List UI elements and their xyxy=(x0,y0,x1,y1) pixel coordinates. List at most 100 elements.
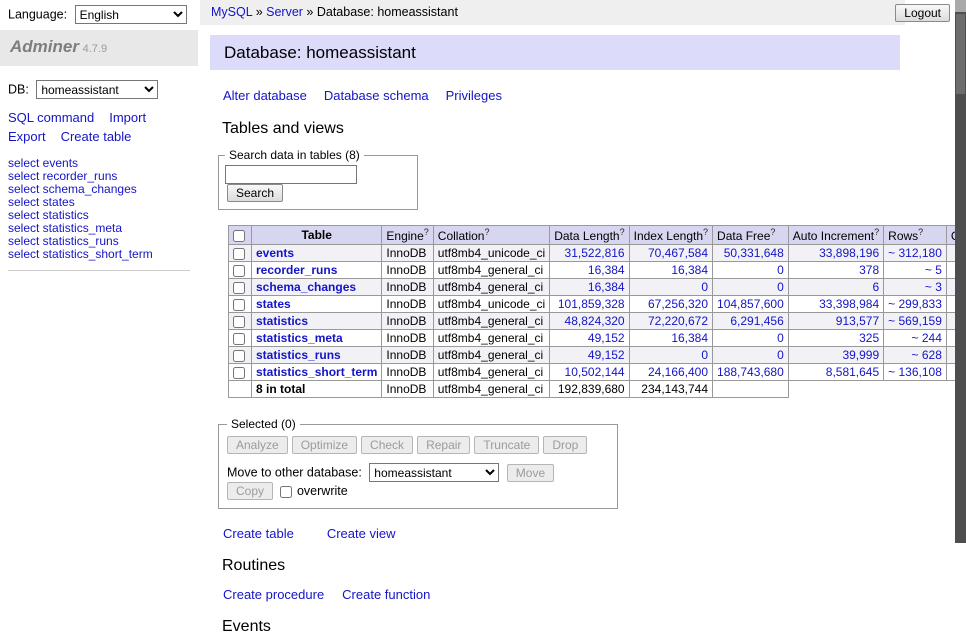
rows-link[interactable]: ~ 299,833 xyxy=(888,297,942,311)
auto-increment-link[interactable]: 8,581,645 xyxy=(826,365,879,379)
data-length-link[interactable]: 49,152 xyxy=(588,348,625,362)
table-link-statistics-meta[interactable]: statistics_meta xyxy=(256,331,343,345)
column-header-engine[interactable]: Engine? xyxy=(382,226,433,245)
auto-increment-link[interactable]: 33,898,196 xyxy=(819,246,879,260)
select-all-checkbox[interactable] xyxy=(233,230,245,242)
column-header-data-length[interactable]: Data Length? xyxy=(550,226,629,245)
column-header-auto-increment[interactable]: Auto Increment? xyxy=(788,226,883,245)
auto-increment-link[interactable]: 378 xyxy=(859,263,879,277)
link-create-function[interactable]: Create function xyxy=(342,587,430,602)
rows-link[interactable]: ~ 628 xyxy=(912,348,942,362)
data-free-link[interactable]: 104,857,600 xyxy=(717,297,784,311)
row-checkbox[interactable] xyxy=(233,299,245,311)
drop-button[interactable]: Drop xyxy=(543,436,587,454)
index-length-link[interactable]: 0 xyxy=(701,348,708,362)
doc-help-link[interactable]: ? xyxy=(484,227,489,237)
move-button[interactable]: Move xyxy=(507,464,554,482)
repair-button[interactable]: Repair xyxy=(417,436,470,454)
link-create-table[interactable]: Create table xyxy=(223,526,294,541)
index-length-link[interactable]: 67,256,320 xyxy=(648,297,708,311)
row-checkbox[interactable] xyxy=(233,367,245,379)
auto-increment-link[interactable]: 325 xyxy=(859,331,879,345)
rows-link[interactable]: ~ 569,159 xyxy=(888,314,942,328)
table-link-statistics-runs[interactable]: statistics_runs xyxy=(256,348,341,362)
sidebar-select-statistics[interactable]: select statistics xyxy=(8,209,190,222)
data-length-link[interactable]: 49,152 xyxy=(588,331,625,345)
db-select[interactable]: homeassistant xyxy=(36,80,158,99)
logout-button[interactable]: Logout xyxy=(895,4,950,22)
auto-increment-link[interactable]: 6 xyxy=(872,280,879,294)
row-checkbox[interactable] xyxy=(233,333,245,345)
sidebar-link-sql-command[interactable]: SQL command xyxy=(8,110,94,125)
data-free-link[interactable]: 0 xyxy=(777,348,784,362)
sidebar-select-statistics-meta[interactable]: select statistics_meta xyxy=(8,222,190,235)
language-select[interactable]: English xyxy=(75,5,187,24)
row-checkbox[interactable] xyxy=(233,265,245,277)
table-link-events[interactable]: events xyxy=(256,246,294,260)
action-privileges[interactable]: Privileges xyxy=(446,88,502,103)
sidebar-link-create-table[interactable]: Create table xyxy=(61,129,132,144)
doc-help-link[interactable]: ? xyxy=(424,227,429,237)
index-length-link[interactable]: 0 xyxy=(701,280,708,294)
table-link-schema-changes[interactable]: schema_changes xyxy=(256,280,356,294)
row-checkbox[interactable] xyxy=(233,350,245,362)
scrollbar[interactable] xyxy=(955,0,966,543)
link-create-procedure[interactable]: Create procedure xyxy=(223,587,324,602)
link-create-view[interactable]: Create view xyxy=(327,526,396,541)
sidebar-select-events[interactable]: select events xyxy=(8,157,190,170)
analyze-button[interactable]: Analyze xyxy=(227,436,288,454)
data-length-link[interactable]: 48,824,320 xyxy=(565,314,625,328)
data-free-link[interactable]: 188,743,680 xyxy=(717,365,784,379)
rows-link[interactable]: ~ 5 xyxy=(925,263,942,277)
action-alter-database[interactable]: Alter database xyxy=(223,88,307,103)
column-header-rows[interactable]: Rows? xyxy=(884,226,947,245)
index-length-link[interactable]: 72,220,672 xyxy=(648,314,708,328)
action-database-schema[interactable]: Database schema xyxy=(324,88,429,103)
table-link-statistics[interactable]: statistics xyxy=(256,314,308,328)
table-link-recorder-runs[interactable]: recorder_runs xyxy=(256,263,337,277)
breadcrumb-mysql[interactable]: MySQL xyxy=(211,5,252,19)
index-length-link[interactable]: 70,467,584 xyxy=(648,246,708,260)
sidebar-select-statistics-runs[interactable]: select statistics_runs xyxy=(8,235,190,248)
index-length-link[interactable]: 24,166,400 xyxy=(648,365,708,379)
table-link-statistics-short-term[interactable]: statistics_short_term xyxy=(256,365,377,379)
data-length-link[interactable]: 16,384 xyxy=(588,263,625,277)
table-link-states[interactable]: states xyxy=(256,297,291,311)
auto-increment-link[interactable]: 913,577 xyxy=(836,314,879,328)
breadcrumb-server[interactable]: Server xyxy=(266,5,303,19)
overwrite-checkbox[interactable] xyxy=(280,486,292,498)
scrollbar-thumb[interactable] xyxy=(956,14,965,94)
data-free-link[interactable]: 0 xyxy=(777,280,784,294)
row-checkbox[interactable] xyxy=(233,282,245,294)
doc-help-link[interactable]: ? xyxy=(620,227,625,237)
column-header-collation[interactable]: Collation? xyxy=(433,226,549,245)
truncate-button[interactable]: Truncate xyxy=(474,436,539,454)
data-length-link[interactable]: 101,859,328 xyxy=(558,297,625,311)
move-db-select[interactable]: homeassistant xyxy=(369,463,499,482)
doc-help-link[interactable]: ? xyxy=(770,227,775,237)
doc-help-link[interactable]: ? xyxy=(703,227,708,237)
search-button[interactable]: Search xyxy=(227,184,283,202)
data-length-link[interactable]: 31,522,816 xyxy=(565,246,625,260)
data-free-link[interactable]: 6,291,456 xyxy=(730,314,783,328)
sidebar-link-import[interactable]: Import xyxy=(109,110,146,125)
data-free-link[interactable]: 50,331,648 xyxy=(724,246,784,260)
index-length-link[interactable]: 16,384 xyxy=(671,331,708,345)
doc-help-link[interactable]: ? xyxy=(874,227,879,237)
data-length-link[interactable]: 10,502,144 xyxy=(565,365,625,379)
column-header-data-free[interactable]: Data Free? xyxy=(713,226,789,245)
row-checkbox[interactable] xyxy=(233,248,245,260)
rows-link[interactable]: ~ 312,180 xyxy=(888,246,942,260)
rows-link[interactable]: ~ 3 xyxy=(925,280,942,294)
copy-button[interactable]: Copy xyxy=(227,482,273,500)
auto-increment-link[interactable]: 33,398,984 xyxy=(819,297,879,311)
data-free-link[interactable]: 0 xyxy=(777,331,784,345)
rows-link[interactable]: ~ 244 xyxy=(912,331,942,345)
rows-link[interactable]: ~ 136,108 xyxy=(888,365,942,379)
data-length-link[interactable]: 16,384 xyxy=(588,280,625,294)
search-input[interactable] xyxy=(225,165,357,184)
sidebar-select-recorder-runs[interactable]: select recorder_runs xyxy=(8,170,190,183)
sidebar-select-schema-changes[interactable]: select schema_changes xyxy=(8,183,190,196)
column-header-index-length[interactable]: Index Length? xyxy=(629,226,712,245)
check-button[interactable]: Check xyxy=(361,436,413,454)
